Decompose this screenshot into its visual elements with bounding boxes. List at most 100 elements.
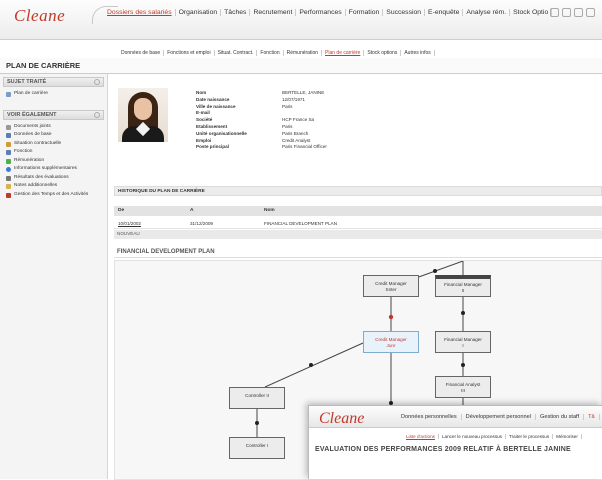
overlay-sub-item[interactable]: Liste d'actions [403, 434, 439, 439]
sidebar-item[interactable]: Données de base [0, 131, 107, 140]
overlay-top-bar: Cleane Données personnelles Développemen… [309, 406, 602, 428]
info-row: Unité organisationnelle Paris Branch [196, 131, 327, 138]
page-header: PLAN DE CARRIÈRE [0, 58, 602, 74]
overlay-sub-item[interactable]: Lancer le nouveau processus [439, 434, 506, 439]
main-nav-item[interactable]: Dossiers des salariés [104, 9, 176, 16]
note-icon [6, 184, 11, 189]
info-label: Unité organisationnelle [196, 130, 247, 136]
chart-node[interactable]: Controller I [229, 437, 285, 459]
sidebar-item[interactable]: Informations supplémentaires [0, 165, 107, 174]
info-label: Ville de naissance [196, 103, 236, 109]
info-row: Etablissement Paris [196, 124, 327, 131]
info-icon [6, 167, 11, 172]
employee-photo [118, 88, 168, 142]
sub-nav-item[interactable]: Autres infos [401, 50, 435, 56]
sidebar-item[interactable]: Documents joints [0, 123, 107, 132]
help-icon[interactable] [550, 8, 559, 17]
sub-nav: Données de base Fonctions et emploi Situ… [118, 50, 435, 56]
chart-node[interactable]: Controller II [229, 387, 285, 409]
chart-node[interactable]: Financial Manager I [435, 331, 491, 353]
info-label: Poste principal [196, 144, 229, 150]
info-row: Ville de naissance Paris [196, 104, 327, 111]
sub-nav-item[interactable]: Situat. Contract. [215, 50, 258, 56]
sub-nav-item[interactable]: Rémunération [284, 50, 323, 56]
sub-nav-item[interactable]: Stock options [364, 50, 402, 56]
main-nav-item[interactable]: E-enquête [425, 9, 464, 16]
sub-nav-item[interactable]: Données de base [118, 50, 165, 56]
top-bar: Cleane Dossiers des salariés Organisatio… [0, 0, 602, 40]
info-value: Paris [282, 103, 293, 109]
sidebar-item[interactable]: Gestion des Temps et des Activités [0, 191, 107, 200]
info-label: Nom [196, 90, 207, 95]
sidebar-item-label: Situation contractuelle [14, 140, 62, 146]
overlay-nav-item[interactable]: Développement personnel [462, 414, 536, 420]
settings-icon[interactable] [586, 8, 595, 17]
people-icon [6, 133, 11, 138]
overlay-nav: Données personnelles Développement perso… [397, 414, 600, 420]
info-label: Société [196, 117, 213, 123]
table-row[interactable]: 10/01/2002 31/12/2009 FINANCIAL DEVELOPM… [114, 219, 602, 229]
info-label: Etablissement [196, 123, 228, 129]
main-nav-item[interactable]: Stock Optio [510, 9, 553, 16]
sidebar-item-label: Documents joints [14, 123, 51, 129]
column-header-name: Nom [264, 208, 275, 213]
info-value: BERTELLE, JANINE [282, 90, 325, 95]
chart-node[interactable]: Financial Manager II [435, 275, 491, 297]
calendar-icon [6, 192, 11, 198]
sub-nav-item[interactable]: Plan de carrière [322, 50, 365, 56]
sidebar-item[interactable]: Notes additionnelles [0, 182, 107, 191]
sidebar-item[interactable]: Situation contractuelle [0, 140, 107, 149]
info-value: Paris [282, 123, 293, 129]
contract-icon [6, 141, 11, 147]
sub-nav-item[interactable]: Fonction [257, 50, 284, 56]
sidebar-item[interactable]: Rémunération [0, 157, 107, 166]
main-nav-item[interactable]: Analyse rém. [463, 9, 511, 16]
info-row: Emploi Credit Analyst [196, 138, 327, 145]
collapse-icon[interactable] [94, 79, 100, 85]
info-label: Emploi [196, 137, 212, 143]
info-row: E-mail [196, 110, 327, 117]
chart-node[interactable]: Financial Analyst III [435, 376, 491, 398]
overlay-nav-item[interactable]: Gestion du staff [536, 414, 585, 420]
sidebar-item[interactable]: Résultats des évaluations [0, 174, 107, 183]
sidebar: SUJET TRAITÉ Plan de carrière VOIR ÉGALE… [0, 74, 108, 479]
info-label: Date naissance [196, 96, 230, 102]
print-icon[interactable] [562, 8, 571, 17]
new-plan-button[interactable]: NOUVEAU [114, 230, 602, 239]
main-nav: Dossiers des salariés Organisation Tâche… [104, 9, 553, 16]
info-value: HCP France Sa [282, 117, 315, 123]
main-nav-item[interactable]: Performances [296, 9, 346, 16]
collapse-icon[interactable] [94, 111, 100, 118]
sidebar-section-title[interactable]: VOIR ÉGALEMENT [3, 109, 104, 120]
sidebar-item[interactable]: Fonction [0, 148, 107, 157]
main-nav-item[interactable]: Recrutement [250, 9, 297, 16]
overlay-sub-item[interactable]: Mémoriser [553, 434, 582, 439]
overlay-nav-item[interactable]: Données personnelles [397, 414, 462, 420]
sidebar-section-title[interactable]: SUJET TRAITÉ [3, 77, 104, 87]
info-value: Paris Financial Officer [282, 144, 327, 150]
info-row: Société HCP France Sa [196, 117, 327, 124]
paperclip-icon [6, 124, 11, 130]
app-logo[interactable]: Cleane [14, 6, 65, 26]
main-nav-item[interactable]: Succession [383, 9, 426, 16]
main-nav-item[interactable]: Tâches [221, 9, 251, 16]
sidebar-item-label: Rémunération [14, 157, 45, 163]
main-nav-item[interactable]: Organisation [176, 9, 222, 16]
overlay-nav-item[interactable]: Tâ [584, 414, 600, 420]
results-icon [6, 175, 11, 181]
info-value: Credit Analyst [282, 137, 311, 143]
overlay-logo[interactable]: Cleane [319, 410, 364, 428]
chart-node[interactable]: Credit Manager Snter [363, 275, 419, 297]
sidebar-item[interactable]: Plan de carrière [0, 90, 107, 99]
overlay-sub-nav: Liste d'actions Lancer le nouveau proces… [403, 434, 582, 439]
overlay-page-title: EVALUATION DES PERFORMANCES 2009 RELATIF… [315, 446, 571, 453]
sidebar-item-label: Données de base [14, 132, 52, 137]
info-row: Date naissance 12/07/1971 [196, 97, 327, 104]
overlay-sub-item[interactable]: Traiter le processus [506, 434, 554, 439]
from-date-link[interactable]: 10/01/2002 [118, 221, 141, 226]
main-nav-item[interactable]: Formation [346, 9, 384, 16]
sub-nav-item[interactable]: Fonctions et emploi [164, 50, 215, 56]
chart-node-current[interactable]: Credit Manager Junr [363, 331, 419, 353]
search-icon[interactable] [574, 8, 583, 17]
sidebar-item-label: Plan de carrière [14, 91, 48, 96]
